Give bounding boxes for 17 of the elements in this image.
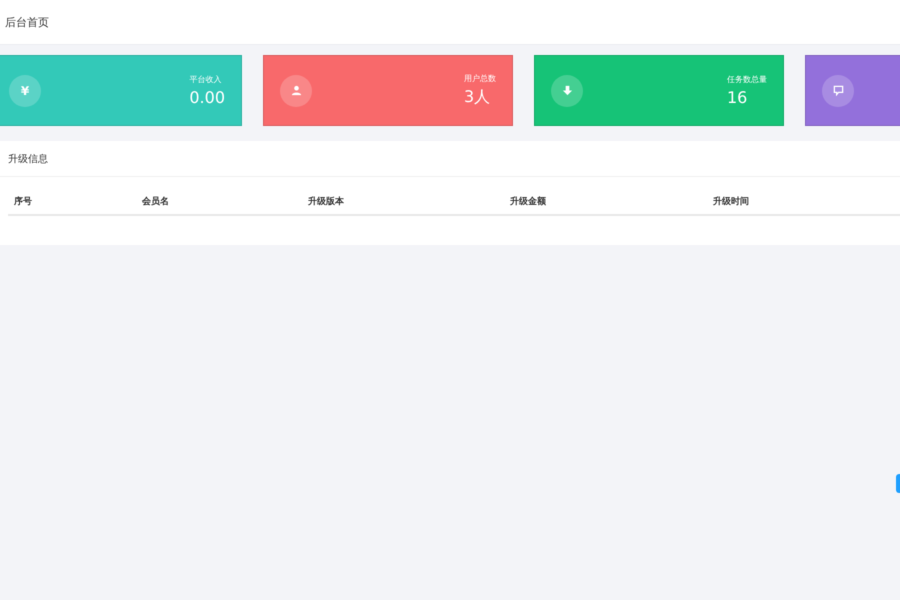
user-icon (290, 85, 302, 96)
column-header: 升级金额 (504, 187, 707, 215)
stat-value: 3人 (464, 87, 490, 108)
stat-value: 0.00 (189, 88, 225, 107)
comment-icon (832, 85, 844, 96)
page-title: 后台首页 (5, 14, 49, 30)
column-header: 升级时间 (707, 187, 900, 215)
column-header: 序号 (8, 187, 136, 215)
stat-label: 平台收入 (189, 74, 222, 85)
yen-icon: ¥ (20, 84, 30, 98)
stat-label: 任务数总量 (727, 74, 767, 85)
down-arrow-icon (562, 85, 572, 96)
stat-value: 16 (727, 88, 748, 107)
column-header: 升级版本 (302, 187, 504, 215)
stat-label: 用户总数 (464, 73, 496, 84)
panel-title: 升级信息 (8, 152, 48, 166)
column-header: 会员名 (136, 187, 302, 215)
